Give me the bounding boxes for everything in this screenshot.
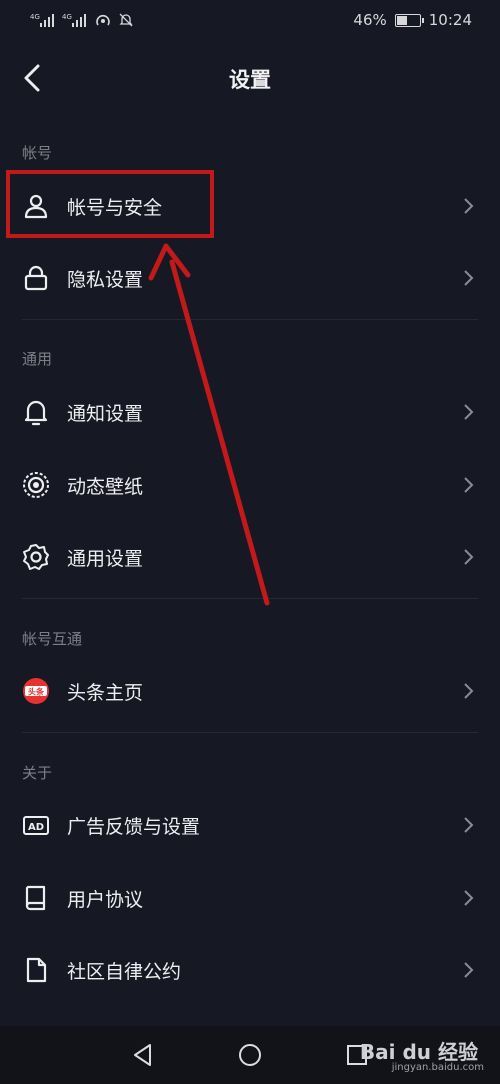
header: 设置	[0, 42, 500, 114]
clock: 10:24	[428, 11, 472, 29]
row-toutiao-home[interactable]: 头条 头条主页	[0, 655, 500, 727]
row-notification-settings[interactable]: 通知设置	[0, 376, 500, 448]
divider	[22, 598, 478, 599]
row-label: 用户协议	[67, 889, 144, 911]
nav-home-icon[interactable]	[237, 1042, 263, 1068]
book-icon	[25, 885, 46, 911]
page-title: 设置	[229, 68, 271, 92]
battery-percent: 46%	[353, 11, 387, 29]
row-label: 头条主页	[67, 682, 144, 704]
divider	[22, 732, 478, 733]
row-label: 社区自律公约	[67, 961, 182, 983]
chevron-right-icon	[464, 270, 474, 286]
row-label: 广告反馈与设置	[67, 816, 201, 838]
row-label: 通用设置	[67, 548, 144, 570]
battery-icon	[394, 13, 424, 27]
section-label-linked-accounts: 帐号互通	[22, 630, 83, 648]
chevron-right-icon	[464, 817, 474, 833]
status-bar: 4G 4G 46% 10:24	[0, 0, 500, 42]
settings-screen: 4G 4G 46% 10:24 设置 帐号 帐号与安全 隐私设置 通用 通知设置…	[0, 0, 500, 1084]
mute-bell-icon	[119, 13, 133, 27]
row-label: 动态壁纸	[67, 476, 144, 498]
highlight-box	[6, 170, 214, 238]
row-user-agreement[interactable]: 用户协议	[0, 862, 500, 934]
status-icons-left: 4G 4G	[30, 10, 134, 30]
chevron-right-icon	[464, 890, 474, 906]
signal-4g-icon: 4G	[30, 13, 54, 27]
chevron-right-icon	[464, 404, 474, 420]
chevron-right-icon	[464, 549, 474, 565]
row-live-wallpaper[interactable]: 动态壁纸	[0, 449, 500, 521]
toutiao-icon: 头条	[23, 678, 49, 704]
ad-icon: AD	[23, 816, 49, 835]
baidu-watermark-url: jingyan.baidu.com	[391, 1062, 484, 1073]
row-label: 通知设置	[67, 403, 144, 425]
row-community-guidelines[interactable]: 社区自律公约	[0, 934, 500, 1006]
chevron-right-icon	[464, 962, 474, 978]
divider	[22, 319, 478, 320]
chevron-right-icon	[464, 477, 474, 493]
ad-badge-text: AD	[28, 822, 44, 833]
status-icons-right: 46% 10:24	[353, 10, 472, 30]
row-privacy-settings[interactable]: 隐私设置	[0, 242, 500, 314]
baidu-watermark: Bai du 经验	[359, 1040, 478, 1064]
signal-4g-icon-2: 4G	[62, 13, 86, 27]
svg-text:4G: 4G	[62, 13, 72, 21]
live-wallpaper-icon	[23, 472, 49, 498]
chevron-right-icon	[464, 683, 474, 699]
row-general-settings[interactable]: 通用设置	[0, 521, 500, 593]
svg-text:4G: 4G	[30, 13, 40, 21]
gear-icon	[23, 544, 49, 570]
hotspot-icon	[96, 14, 110, 26]
document-icon	[26, 957, 47, 983]
section-label-account: 帐号	[22, 144, 53, 162]
toutiao-badge-text: 头条	[28, 687, 45, 697]
row-ad-feedback[interactable]: AD 广告反馈与设置	[0, 789, 500, 861]
section-label-about: 关于	[22, 764, 53, 782]
bell-icon	[24, 400, 48, 426]
lock-icon	[24, 265, 48, 291]
battery-fill	[396, 15, 407, 25]
nav-back-icon[interactable]	[130, 1042, 156, 1068]
row-label: 隐私设置	[67, 269, 144, 291]
section-label-general: 通用	[22, 350, 53, 368]
chevron-right-icon	[464, 198, 474, 214]
